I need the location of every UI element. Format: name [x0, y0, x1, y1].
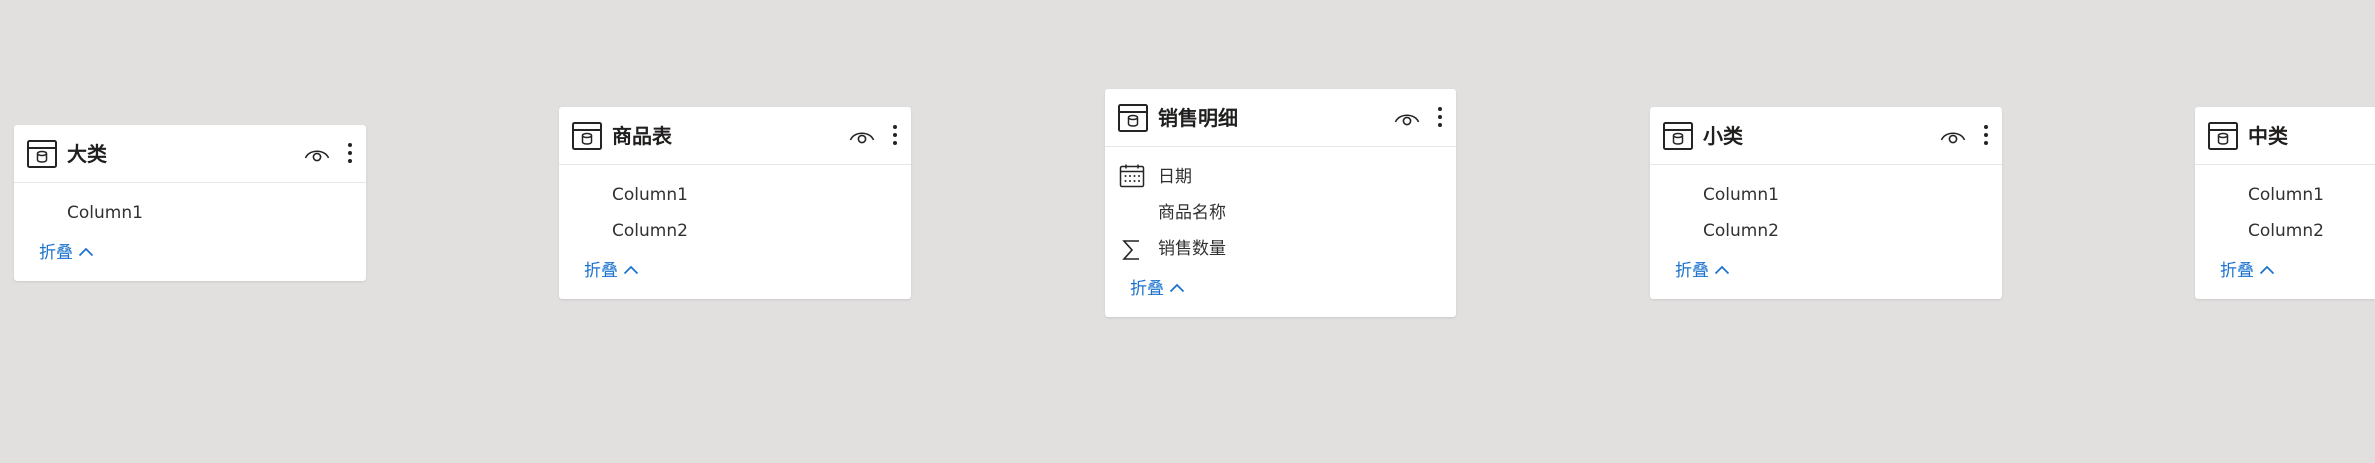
- table-icon: [2208, 122, 2238, 150]
- card-header[interactable]: 商品表: [559, 107, 911, 165]
- table-icon: [572, 122, 602, 150]
- table-title: 销售明细: [1158, 106, 1238, 130]
- chevron-up-icon: [623, 265, 639, 274]
- table-card-xiaoshou[interactable]: 销售明细 日期 商品名称 销售数量 折叠: [1105, 89, 1456, 317]
- collapse-label: 折叠: [584, 261, 618, 281]
- collapse-label: 折叠: [2220, 261, 2254, 281]
- card-header[interactable]: 销售明细: [1105, 89, 1456, 147]
- field-item[interactable]: Column2: [2248, 220, 2324, 242]
- more-options-icon[interactable]: [891, 123, 899, 147]
- chevron-up-icon: [1169, 283, 1185, 292]
- collapse-label: 折叠: [39, 243, 73, 263]
- table-title: 大类: [67, 142, 107, 166]
- collapse-link[interactable]: 折叠: [39, 242, 94, 264]
- table-icon: [1663, 122, 1693, 150]
- field-item[interactable]: 日期: [1158, 166, 1192, 188]
- field-item[interactable]: Column1: [2248, 184, 2324, 206]
- table-card-xiaolei[interactable]: 小类 Column1 Column2 折叠: [1650, 107, 2002, 299]
- sigma-icon: [1122, 240, 1139, 260]
- chevron-up-icon: [78, 247, 94, 256]
- eye-icon[interactable]: [849, 127, 875, 145]
- table-title: 商品表: [612, 124, 672, 148]
- table-card-shangpin[interactable]: 商品表 Column1 Column2 折叠: [559, 107, 911, 299]
- field-item[interactable]: Column1: [612, 184, 688, 206]
- card-header[interactable]: 小类: [1650, 107, 2002, 165]
- more-options-icon[interactable]: [346, 141, 354, 165]
- collapse-link[interactable]: 折叠: [1675, 260, 1730, 282]
- collapse-link[interactable]: 折叠: [2220, 260, 2275, 282]
- field-item[interactable]: Column2: [612, 220, 688, 242]
- eye-icon[interactable]: [1394, 109, 1420, 127]
- more-options-icon[interactable]: [1436, 105, 1444, 129]
- table-card-dalei[interactable]: 大类 Column1 折叠: [14, 125, 366, 281]
- table-icon: [27, 140, 57, 168]
- table-title: 小类: [1703, 124, 1743, 148]
- more-options-icon[interactable]: [1982, 123, 1990, 147]
- field-item[interactable]: Column1: [67, 202, 143, 224]
- table-card-zhonglei[interactable]: 中类 Column1 Column2 折叠: [2195, 107, 2375, 299]
- calendar-icon: [1119, 164, 1145, 188]
- field-item[interactable]: Column2: [1703, 220, 1779, 242]
- collapse-label: 折叠: [1130, 279, 1164, 299]
- field-item[interactable]: 商品名称: [1158, 202, 1226, 224]
- collapse-label: 折叠: [1675, 261, 1709, 281]
- chevron-up-icon: [1714, 265, 1730, 274]
- collapse-link[interactable]: 折叠: [584, 260, 639, 282]
- field-item[interactable]: 销售数量: [1158, 238, 1226, 260]
- table-title: 中类: [2248, 124, 2288, 148]
- card-header[interactable]: 大类: [14, 125, 366, 183]
- eye-icon[interactable]: [304, 145, 330, 163]
- chevron-up-icon: [2259, 265, 2275, 274]
- field-item[interactable]: Column1: [1703, 184, 1779, 206]
- collapse-link[interactable]: 折叠: [1130, 278, 1185, 300]
- eye-icon[interactable]: [1940, 127, 1966, 145]
- table-icon: [1118, 104, 1148, 132]
- card-header[interactable]: 中类: [2195, 107, 2375, 165]
